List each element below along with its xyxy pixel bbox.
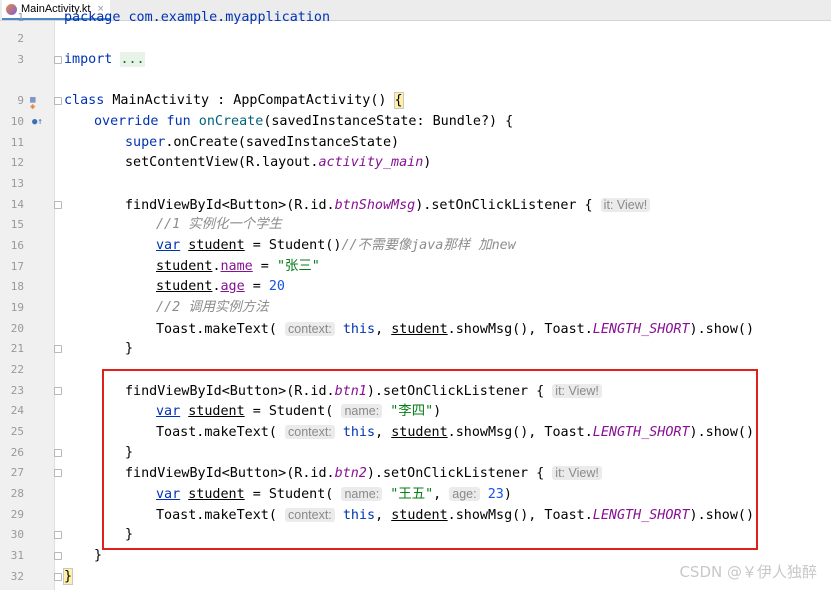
code-text: //1 实例化一个学生	[156, 217, 282, 232]
code-text: super.onCreate(savedInstanceState)	[125, 135, 400, 150]
code-line: 3 import ...	[0, 50, 831, 71]
code-text: }	[62, 568, 74, 585]
fold-marker-icon[interactable]	[54, 469, 62, 477]
line-number: 24	[10, 404, 24, 417]
code-text: setContentView(R.layout.activity_main)	[125, 155, 432, 170]
line-number: 32	[10, 570, 24, 583]
code-line: 2	[0, 29, 831, 50]
fold-marker-icon[interactable]	[54, 552, 62, 560]
code-text: }	[94, 548, 103, 563]
code-line: 10 ●↑ override fun onCreate(savedInstanc…	[0, 112, 831, 133]
code-text: override fun onCreate(savedInstanceState…	[94, 114, 514, 129]
line-number: 21	[10, 342, 24, 355]
line-number: 1	[17, 11, 24, 24]
code-text: class MainActivity : AppCompatActivity()…	[64, 92, 404, 109]
line-number: 30	[10, 528, 24, 541]
line-number: 27	[10, 466, 24, 479]
code-text: Toast.makeText( context: this, student.s…	[156, 322, 755, 337]
line-number: 2	[17, 32, 24, 45]
fold-marker-icon[interactable]	[54, 387, 62, 395]
code-text: import ...	[64, 52, 145, 67]
line-number: 22	[10, 363, 24, 376]
line-number: 10	[10, 115, 24, 128]
line-number: 9	[17, 94, 24, 107]
code-line: 18 student.age = 20	[0, 277, 831, 298]
code-text: var student = Student()//不需要像java那样 加new	[156, 238, 516, 253]
line-number: 3	[17, 53, 24, 66]
code-line: 9 ▦ ◈ class MainActivity : AppCompatActi…	[0, 91, 831, 112]
inlay-hint: context:	[285, 322, 335, 336]
fold-marker-icon[interactable]	[54, 573, 62, 581]
inlay-hint: it: View!	[600, 198, 651, 212]
line-number: 17	[10, 260, 24, 273]
line-number: 28	[10, 487, 24, 500]
layout-gutter-icon[interactable]: ◈	[30, 102, 35, 112]
line-number: 18	[10, 280, 24, 293]
line-number: 23	[10, 384, 24, 397]
code-line: 20 Toast.makeText( context: this, studen…	[0, 319, 831, 340]
line-number: 31	[10, 549, 24, 562]
line-number: 14	[10, 198, 24, 211]
code-text: package com.example.myapplication	[64, 10, 331, 25]
line-number: 29	[10, 508, 24, 521]
code-line: 21 }	[0, 339, 831, 360]
code-text: student.age = 20	[156, 279, 285, 294]
line-number: 25	[10, 425, 24, 438]
code-line: 17 student.name = "张三"	[0, 257, 831, 278]
line-number: 26	[10, 446, 24, 459]
code-line: 11 super.onCreate(savedInstanceState)	[0, 133, 831, 154]
code-line: 19 //2 调用实例方法	[0, 298, 831, 319]
code-text: findViewById<Button>(R.id.btnShowMsg).se…	[125, 195, 651, 217]
fold-marker-icon[interactable]	[54, 531, 62, 539]
fold-marker-icon[interactable]	[54, 56, 62, 64]
watermark: CSDN @￥伊人独醉	[679, 563, 817, 581]
code-line: 16 var student = Student()//不需要像java那样 加…	[0, 236, 831, 257]
highlight-box	[102, 369, 758, 550]
code-line: 1 package com.example.myapplication	[0, 8, 831, 29]
fold-marker-icon[interactable]	[54, 97, 62, 105]
code-line: 15 //1 实例化一个学生	[0, 215, 831, 236]
line-number: 19	[10, 301, 24, 314]
line-number: 13	[10, 177, 24, 190]
code-line: 14 findViewById<Button>(R.id.btnShowMsg)…	[0, 195, 831, 216]
code-line: 13	[0, 174, 831, 195]
code-line: 12 setContentView(R.layout.activity_main…	[0, 153, 831, 174]
line-number: 15	[10, 218, 24, 231]
override-gutter-icon[interactable]: ●↑	[32, 117, 43, 127]
line-number: 11	[10, 136, 24, 149]
code-text: }	[125, 341, 134, 356]
fold-marker-icon[interactable]	[54, 201, 62, 209]
fold-marker-icon[interactable]	[54, 345, 62, 353]
line-number: 12	[10, 156, 24, 169]
line-number: 20	[10, 322, 24, 335]
code-text: //2 调用实例方法	[156, 300, 269, 315]
fold-marker-icon[interactable]	[54, 449, 62, 457]
code-text: student.name = "张三"	[156, 259, 320, 274]
line-number: 16	[10, 239, 24, 252]
